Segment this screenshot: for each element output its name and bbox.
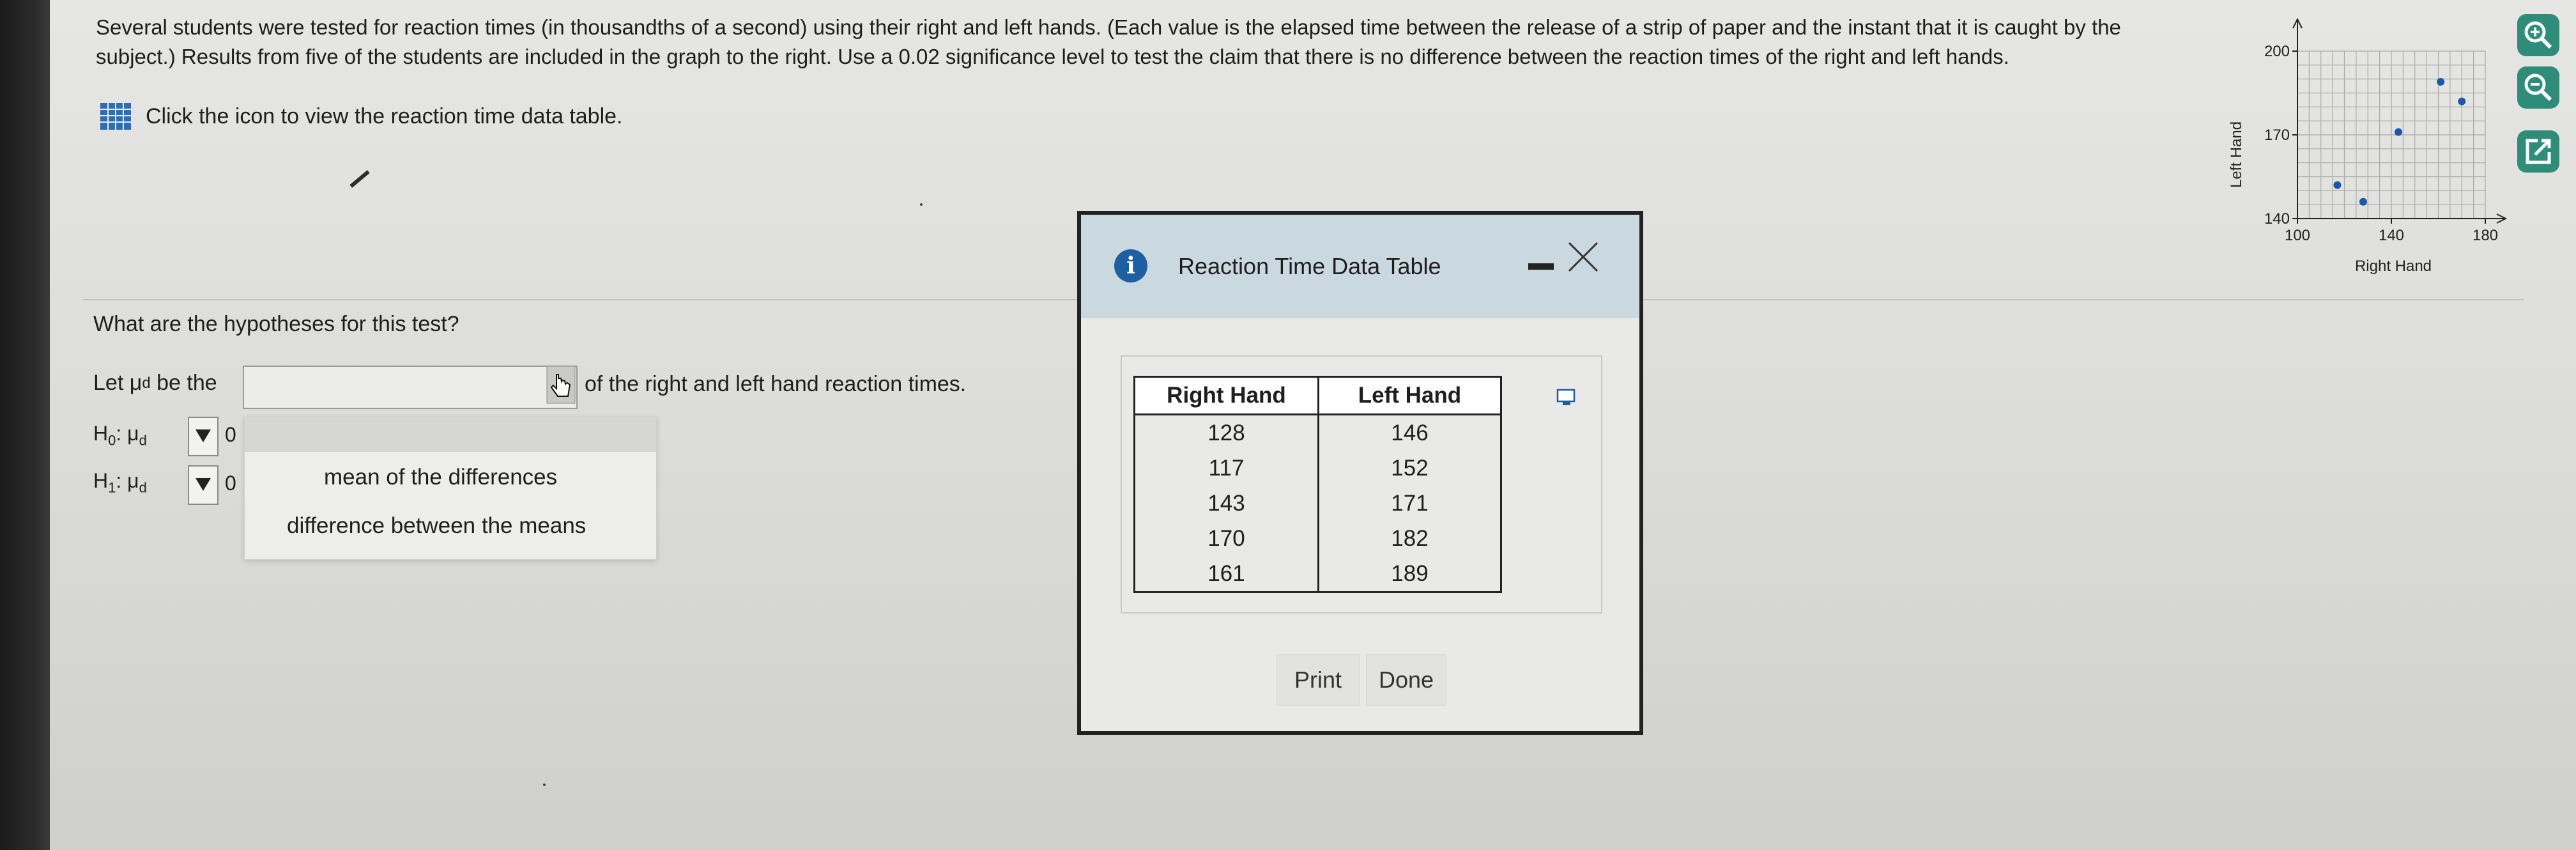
h1-mu: : μ — [116, 469, 139, 492]
cell-right: 117 — [1133, 451, 1319, 486]
h1-operator-select[interactable] — [188, 465, 218, 505]
let-middle: be the — [150, 371, 217, 395]
zoom-in-icon[interactable] — [2516, 13, 2561, 58]
chart-ticks: 100 140 180140170200 — [2264, 43, 2498, 244]
cell-left: 146 — [1317, 414, 1502, 451]
cell-right: 143 — [1133, 486, 1319, 521]
chevron-down-icon — [195, 478, 211, 491]
cell-left: 171 — [1317, 486, 1502, 521]
h1-value: 0 — [225, 472, 236, 495]
h0-sub: 0 — [108, 432, 116, 449]
done-button[interactable]: Done — [1366, 654, 1446, 706]
h0-mu-sub: d — [139, 432, 147, 449]
h0-mu: : μ — [116, 422, 139, 445]
cell-left: 152 — [1317, 451, 1502, 486]
print-button[interactable]: Print — [1276, 654, 1360, 706]
let-suffix: of the right and left hand reaction time… — [585, 372, 967, 396]
scatter-chart: Left Hand Right Hand 100 140 180140170200 — [2228, 17, 2508, 275]
parameter-dropdown-menu: mean of the differences difference betwe… — [244, 417, 657, 560]
data-point — [2395, 128, 2403, 136]
data-point — [2458, 97, 2466, 105]
h0-row: H0: μd — [93, 422, 147, 449]
table-row: 128 146 — [1133, 414, 1502, 451]
x-tick-label: 180 — [2472, 227, 2498, 244]
option-difference-between-means[interactable]: difference between the means — [287, 513, 586, 539]
y-axis-label: Left Hand — [2228, 121, 2245, 188]
table-row: 117 152 — [1133, 451, 1502, 486]
h1-row: H1: μd — [93, 469, 147, 496]
y-tick-label: 170 — [2264, 127, 2290, 144]
minimize-icon[interactable] — [1528, 263, 1554, 270]
cell-left: 189 — [1317, 556, 1502, 593]
hypotheses-question: What are the hypotheses for this test? — [93, 312, 459, 336]
data-point — [2333, 181, 2342, 189]
h1-sub: 1 — [108, 479, 116, 496]
option-mean-of-differences[interactable]: mean of the differences — [324, 465, 557, 490]
question-text: Several students were tested for reactio… — [96, 15, 2121, 68]
dropdown-header — [245, 417, 656, 452]
reaction-time-dialog: i Reaction Time Data Table Right Hand Le… — [1077, 211, 1643, 735]
h0-label: H — [93, 422, 109, 445]
data-table-link-label[interactable]: Click the icon to view the reaction time… — [146, 104, 623, 129]
zoom-out-icon[interactable] — [2516, 65, 2561, 110]
let-statement: Let μd be the — [93, 371, 217, 396]
cell-right: 170 — [1133, 521, 1319, 556]
cell-left: 182 — [1317, 521, 1502, 556]
h1-label: H — [93, 469, 109, 492]
copy-icon[interactable] — [1556, 389, 1578, 406]
x-tick-label: 140 — [2379, 227, 2404, 244]
info-icon: i — [1114, 249, 1147, 282]
table-row: 143 171 — [1133, 486, 1502, 521]
data-table-link[interactable]: Click the icon to view the reaction time… — [100, 102, 623, 130]
data-point — [2437, 78, 2445, 86]
parameter-select[interactable] — [243, 366, 578, 409]
table-row: 161 189 — [1133, 556, 1502, 593]
y-tick-label: 140 — [2264, 210, 2290, 228]
x-tick-label: 100 — [2285, 227, 2310, 244]
h1-mu-sub: d — [139, 479, 147, 496]
chart-points — [2333, 78, 2466, 206]
dialog-title: Reaction Time Data Table — [1178, 253, 1441, 279]
x-axis-label: Right Hand — [2355, 258, 2432, 275]
column-header-left-hand: Left Hand — [1317, 376, 1502, 415]
cell-right: 128 — [1133, 414, 1319, 451]
chevron-down-icon — [195, 429, 211, 442]
cell-right: 161 — [1133, 556, 1319, 593]
data-point — [2359, 197, 2367, 206]
column-header-right-hand: Right Hand — [1133, 376, 1319, 415]
h0-value: 0 — [225, 423, 236, 446]
screen-speck — [920, 203, 923, 206]
close-icon[interactable] — [1564, 238, 1602, 276]
let-sub: d — [142, 374, 151, 392]
let-prefix: Let μ — [93, 371, 142, 395]
table-grid-icon[interactable] — [100, 102, 132, 130]
screen-bezel — [0, 0, 50, 850]
open-external-icon[interactable] — [2516, 129, 2561, 174]
reaction-time-table: Right Hand Left Hand 128 146 117 152 143 17… — [1133, 376, 1502, 593]
table-row: 170 182 — [1133, 521, 1502, 556]
chart-grid — [2297, 50, 2486, 219]
screen-speck — [543, 784, 546, 786]
pointer-hand-icon — [546, 366, 576, 404]
h0-operator-select[interactable] — [188, 417, 218, 456]
y-tick-label: 200 — [2264, 43, 2290, 60]
